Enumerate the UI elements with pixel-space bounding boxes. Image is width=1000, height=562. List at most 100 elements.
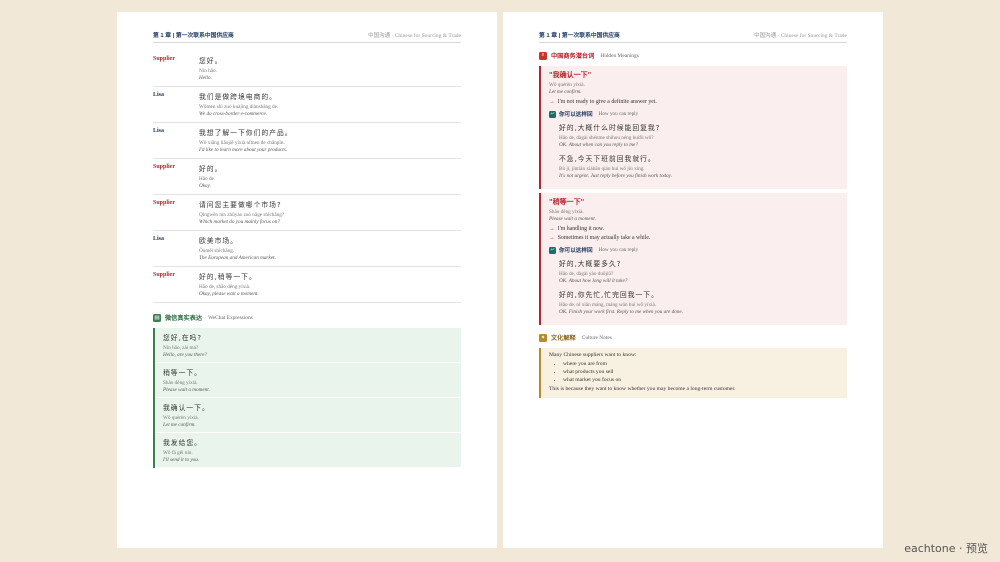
pinyin-line: Hǎo de, dàgài shénme shíhou néng huífù w… (559, 135, 654, 141)
wechat-expression: 我发给您。 Wǒ fā gěi nín. I'll send it to you. (155, 433, 461, 468)
culture-bullet: what products you sell (563, 369, 839, 375)
reply-label-en: How you can reply (598, 111, 639, 117)
chinese-line: 好的,稍等一下。 (199, 273, 257, 281)
right-page: 第 1 章 | 第一次联系中国供应商 中国沟通 · Chinese for So… (503, 12, 883, 548)
culture-notes-box: Many Chinese suppliers want to know: whe… (539, 348, 847, 398)
wechat-expression: 稍等一下。 Shāo děng yíxià. Please wait a momen… (155, 363, 461, 398)
chat-icon: ▤ (153, 313, 161, 322)
english-line: Which market do you mainly focus on? (199, 219, 280, 225)
speaker-label: Lisa (153, 236, 165, 242)
wechat-section-heading: ▤ 微信真实表达 WeChat Expressions (153, 313, 461, 322)
arrow-right-icon: → (549, 99, 555, 105)
pinyin-line: Hǎo de, shāo děng yíxià. (199, 284, 251, 290)
chapter-title: 第 1 章 | 第一次联系中国供应商 (539, 33, 620, 39)
reply-heading: ↩ 你可以这样回 How you can reply (549, 110, 839, 118)
page-header: 第 1 章 | 第一次联系中国供应商 中国沟通 · Chinese for So… (153, 30, 461, 43)
reply-example: 好的,你先忙,忙完回我一下。 Hǎo de, nǐ xiān máng, máng… (549, 289, 839, 316)
phrase-term: "稍等一下" (549, 198, 585, 206)
hidden-meanings-heading: ⌕ 中国商务潜台词 Hidden Meanings (539, 51, 847, 60)
wechat-expressions-box: 您好,在吗? Nín hǎo, zài ma? Hello, are you the… (153, 328, 461, 468)
phrase-english: Let me confirm. (549, 89, 582, 95)
hidden-meaning: → I'm not ready to give a definite answer… (549, 99, 839, 105)
reply-label-zh: 你可以这样回 (559, 112, 593, 118)
english-line: It's not urgent. Just reply before you f… (559, 173, 673, 179)
speaker-label: Supplier (153, 200, 176, 206)
brand-watermark: eachtone · 预览 (904, 542, 988, 555)
chinese-line: 稍等一下。 (163, 369, 202, 377)
phrase-pinyin: Shāo děng yíxià. (549, 209, 584, 215)
meaning-text: I'm handling it now. (557, 226, 605, 232)
dialogue-text: 您好。 Nín hǎo. Hello. (199, 55, 461, 82)
dialogue-row: Supplier 您好。 Nín hǎo. Hello. (153, 51, 461, 87)
chinese-line: 欧美市场。 (199, 237, 238, 245)
english-line: Hello. (199, 75, 212, 81)
phrase-english: Please wait a moment. (549, 216, 596, 222)
phrase-term: "我确认一下" (549, 71, 592, 79)
reply-heading: ↩ 你可以这样回 How you can reply (549, 246, 839, 254)
english-line: OK. About when can you reply to me? (559, 142, 638, 148)
chinese-line: 我想了解一下你们的产品。 (199, 129, 293, 137)
pinyin-line: Nín hǎo. (199, 68, 217, 74)
english-line: Please wait a moment. (163, 387, 210, 393)
pinyin-line: Qǐngwèn nín zhǔyào zuò nǎge shìchǎng? (199, 212, 285, 218)
english-line: Let me confirm. (163, 422, 196, 428)
chinese-line: 好的,大概什么时候能回复我? (559, 124, 661, 132)
culture-outro: This is because they want to know whethe… (549, 386, 736, 392)
chinese-line: 您好,在吗? (163, 334, 202, 342)
pinyin-line: Wǒ xiǎng liǎojiě yíxià nǐmen de chǎnpǐn. (199, 140, 285, 146)
chinese-line: 我确认一下。 (163, 404, 210, 412)
dialogue-row: Lisa 我想了解一下你们的产品。 Wǒ xiǎng liǎojiě yíxià n… (153, 123, 461, 159)
phrase-card: "稍等一下" Shāo děng yíxià. Please wait a mome… (539, 193, 847, 325)
reply-example: 好的,大概要多久? Hǎo de, dàgài yào duōjiǔ? OK. Ab… (549, 258, 839, 285)
english-line: OK. Finish your work first. Reply to me … (559, 309, 684, 315)
dialogue-text: 欧美市场。 Ōuměi shìchǎng. The European and Ame… (199, 235, 461, 262)
dialogue-row: Lisa 欧美市场。 Ōuměi shìchǎng. The European and… (153, 231, 461, 267)
dialogue-row: Supplier 好的。 Hǎo de. Okay. (153, 159, 461, 195)
dialogue-text: 我想了解一下你们的产品。 Wǒ xiǎng liǎojiě yíxià nǐmen… (199, 127, 461, 154)
pinyin-line: Ōuměi shìchǎng. (199, 248, 235, 254)
speaker-label: Lisa (153, 92, 165, 98)
meaning-text: I'm not ready to give a definite answer … (557, 99, 657, 105)
lightbulb-icon: ✦ (539, 333, 547, 342)
reply-label-en: How you can reply (598, 247, 639, 253)
chinese-line: 好的。 (199, 165, 223, 173)
arrow-right-icon: → (549, 226, 555, 232)
phrase-card: "我确认一下" Wǒ quèrèn yíxià. Let me confirm. → I… (539, 66, 847, 189)
chinese-line: 我们是做跨境电商的。 (199, 93, 277, 101)
english-line: Okay. (199, 183, 211, 189)
chinese-line: 请问您主要做哪个市场? (199, 201, 282, 209)
book-title: 中国沟通 · Chinese for Sourcing & Trade (754, 33, 847, 39)
pinyin-line: Nín hǎo, zài ma? (163, 345, 199, 351)
reply-icon: ↩ (549, 246, 556, 254)
speaker-label: Supplier (153, 164, 176, 170)
english-line: We do cross-border e-commerce. (199, 111, 268, 117)
dialogue-text: 我们是做跨境电商的。 Wǒmen shì zuò kuàjìng diànshān… (199, 91, 461, 118)
wechat-expression: 我确认一下。 Wǒ quèrèn yíxià. Let me confirm. (155, 398, 461, 433)
pinyin-line: Hǎo de, nǐ xiān máng, máng wán huí wǒ yí… (559, 302, 657, 308)
english-line: I'd like to learn more about your produc… (199, 147, 288, 153)
culture-notes-heading: ✦ 文化解释 Culture Notes (539, 333, 847, 342)
phrase-pinyin: Wǒ quèrèn yíxià. (549, 82, 585, 88)
pinyin-line: Wǒmen shì zuò kuàjìng diànshāng de. (199, 104, 279, 110)
wechat-title-zh: 微信真实表达 (165, 315, 203, 322)
culture-bullet: where you are from (563, 361, 839, 367)
dialogue-text: 好的。 Hǎo de. Okay. (199, 163, 461, 190)
dialogue-row: Supplier 好的,稍等一下。 Hǎo de, shāo děng yíxià.… (153, 267, 461, 303)
dialogue-row: Lisa 我们是做跨境电商的。 Wǒmen shì zuò kuàjìng diàn… (153, 87, 461, 123)
pinyin-line: Wǒ quèrèn yíxià. (163, 415, 199, 421)
pinyin-line: Shāo děng yíxià. (163, 380, 198, 386)
chapter-title: 第 1 章 | 第一次联系中国供应商 (153, 33, 234, 39)
hidden-title-en: Hidden Meanings (600, 52, 639, 59)
english-line: The European and American market. (199, 255, 276, 261)
english-line: OK. About how long will it take? (559, 278, 628, 284)
arrow-right-icon: → (549, 235, 555, 241)
reply-icon: ↩ (549, 110, 556, 118)
hidden-meaning: → I'm handling it now. (549, 226, 839, 232)
english-line: Hello, are you there? (163, 352, 207, 358)
culture-title-en: Culture Notes (581, 334, 612, 341)
english-line: Okay, please wait a moment. (199, 291, 259, 297)
phrase-list: "我确认一下" Wǒ quèrèn yíxià. Let me confirm. → I… (539, 66, 847, 325)
pinyin-line: Hǎo de. (199, 176, 216, 182)
culture-bullet: what market you focus on (563, 377, 839, 383)
reply-example: 不急,今天下班前回我就行。 Bù jí, jīntiān xiàbān qián … (549, 153, 839, 180)
